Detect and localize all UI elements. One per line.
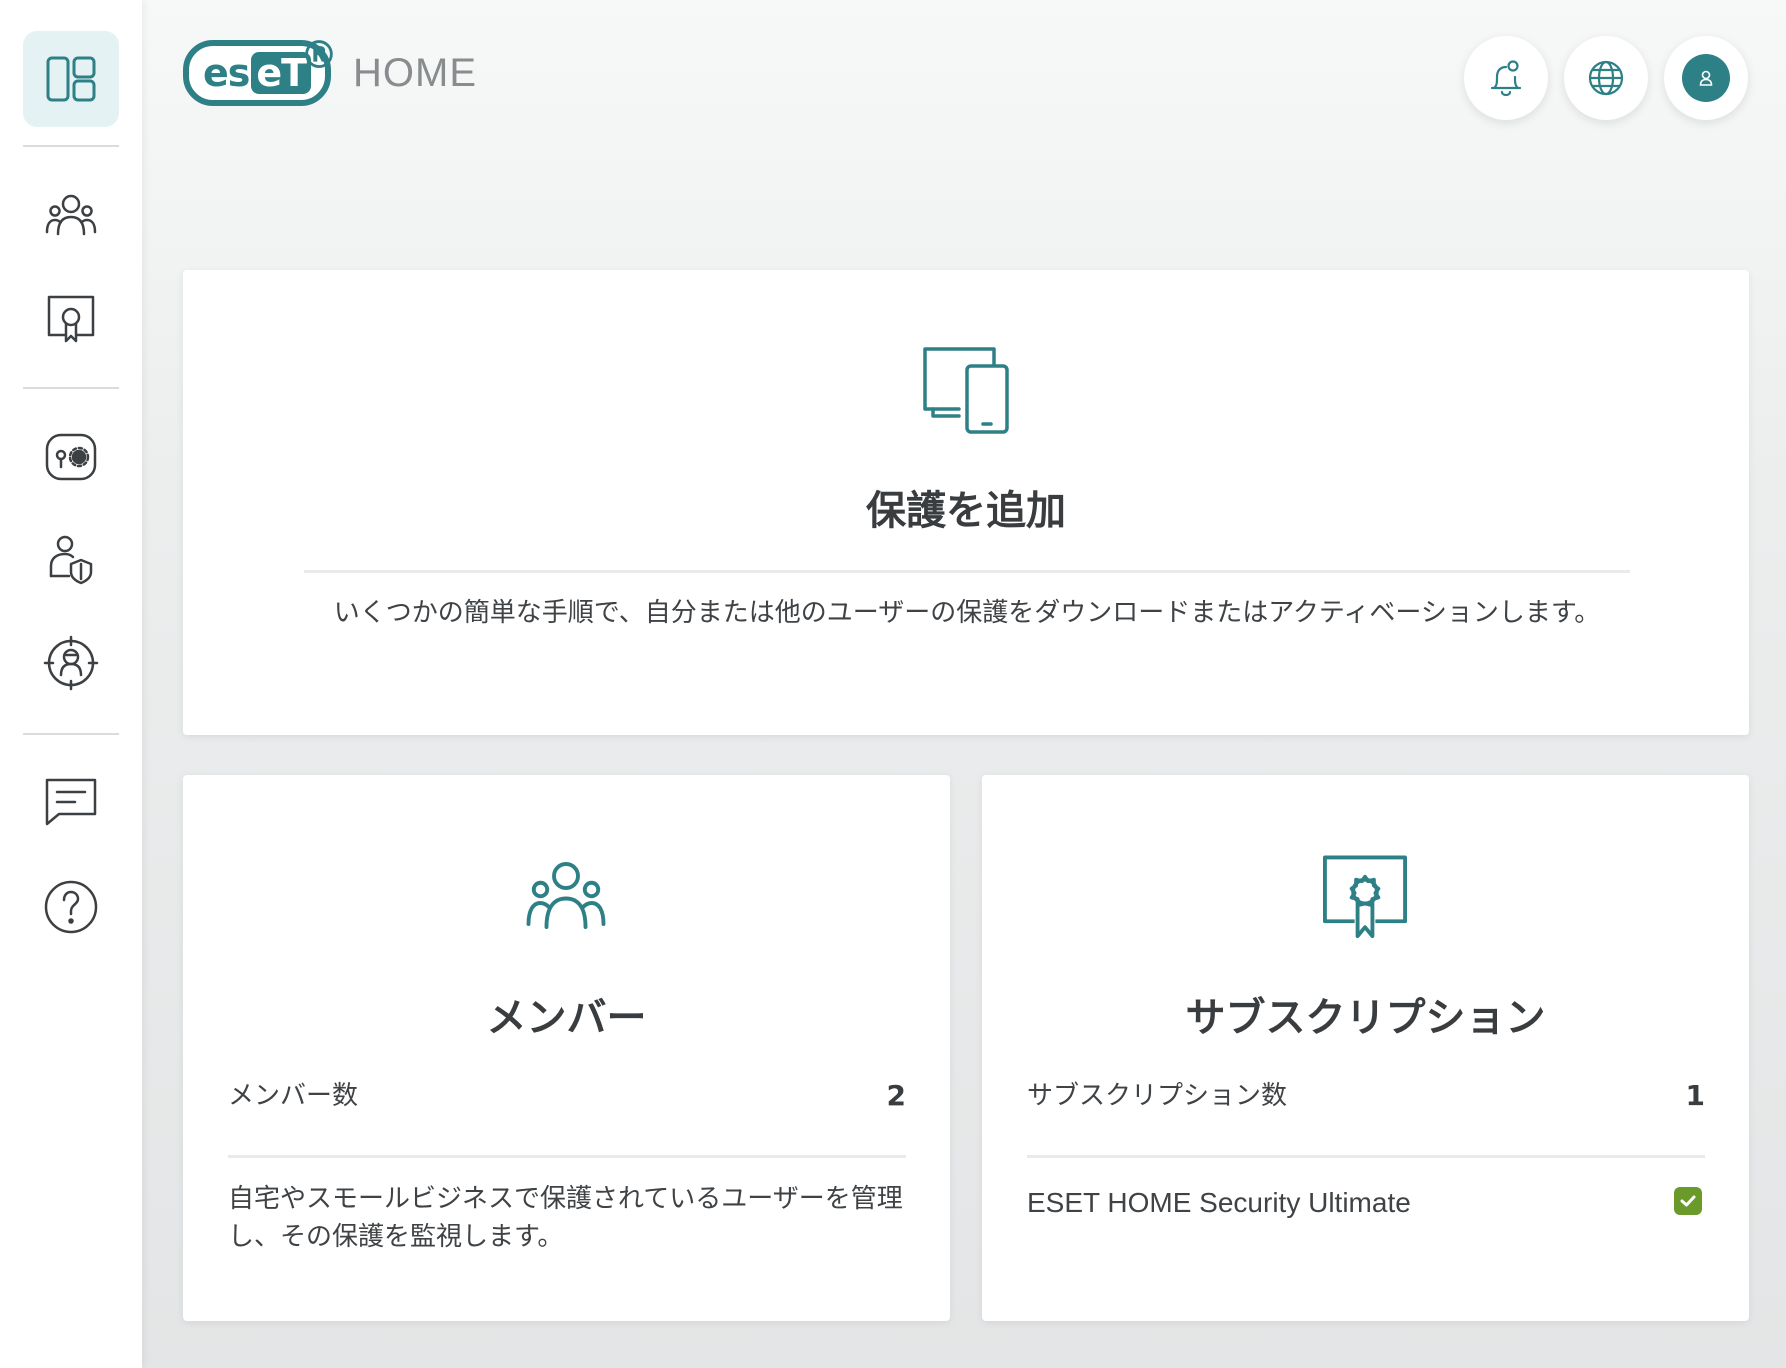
devices-icon [923,347,1009,434]
eset-logo-badge: es eT ® [183,36,338,106]
members-title: メンバー [486,995,647,1041]
logo-text-es: es [202,51,250,95]
subscriptions-title: サブスクリプション [1185,995,1546,1041]
logo-registered-mark: ® [300,33,338,77]
sidebar-item-anti-theft[interactable] [23,615,119,711]
subscriptions-card[interactable]: サブスクリプション サブスクリプション数 1 ESET HOME Securit… [982,775,1749,1321]
messages-icon [45,778,97,826]
device-settings-icon [45,433,97,481]
members-icon [45,194,97,236]
subscription-status-badge [1674,1187,1702,1215]
sidebar-item-messages[interactable] [23,754,119,850]
members-description: 自宅やスモールビジネスで保護されているユーザーを管理し、その保護を監視します。 [228,1184,903,1252]
product-name: HOME [353,50,477,95]
add-protection-title: 保護を追加 [866,488,1066,534]
account-button[interactable] [1664,36,1748,120]
subscription-certificate-icon [47,295,95,343]
help-icon [44,880,98,934]
notifications-button[interactable] [1464,36,1548,120]
members-icon [526,862,606,929]
check-icon [1680,1195,1696,1207]
subscription-count-value: 1 [1685,1079,1705,1112]
sidebar-item-subscriptions[interactable] [23,271,119,367]
members-card[interactable]: メンバー メンバー数 2 自宅やスモールビジネスで保護されているユーザーを管理し… [183,775,950,1321]
eset-home-logo[interactable]: es eT ® HOME [183,36,477,106]
sidebar-item-dashboard[interactable] [23,31,119,127]
member-count-label: メンバー数 [228,1081,359,1111]
add-protection-description: いくつかの簡単な手順で、自分または他のユーザーの保護をダウンロードまたはアクティ… [333,598,1601,628]
avatar [1682,54,1730,102]
sidebar-item-help[interactable] [23,859,119,955]
sidebar-item-user-protection[interactable] [23,512,119,608]
add-protection-card[interactable]: 保護を追加 いくつかの簡単な手順で、自分または他のユーザーの保護をダウンロードま… [183,270,1749,735]
anti-theft-icon [43,635,99,691]
user-avatar-icon [1699,70,1713,86]
member-count-value: 2 [886,1079,906,1112]
globe-icon [1588,60,1624,96]
notification-bell-icon [1490,60,1522,97]
sidebar-nav [0,0,142,1368]
subscription-name[interactable]: ESET HOME Security Ultimate [1027,1187,1411,1219]
language-button[interactable] [1564,36,1648,120]
sidebar-item-device-settings[interactable] [23,409,119,505]
subscription-certificate-icon [1323,855,1407,939]
dashboard-icon [46,56,96,102]
card-divider [304,570,1630,573]
card-divider [228,1155,906,1158]
card-divider [1027,1155,1705,1158]
sidebar-item-members[interactable] [23,168,119,264]
sidebar-divider [23,145,119,147]
sidebar-divider [23,387,119,389]
user-shield-icon [49,535,93,585]
subscription-count-label: サブスクリプション数 [1027,1081,1288,1111]
sidebar-divider [23,733,119,735]
